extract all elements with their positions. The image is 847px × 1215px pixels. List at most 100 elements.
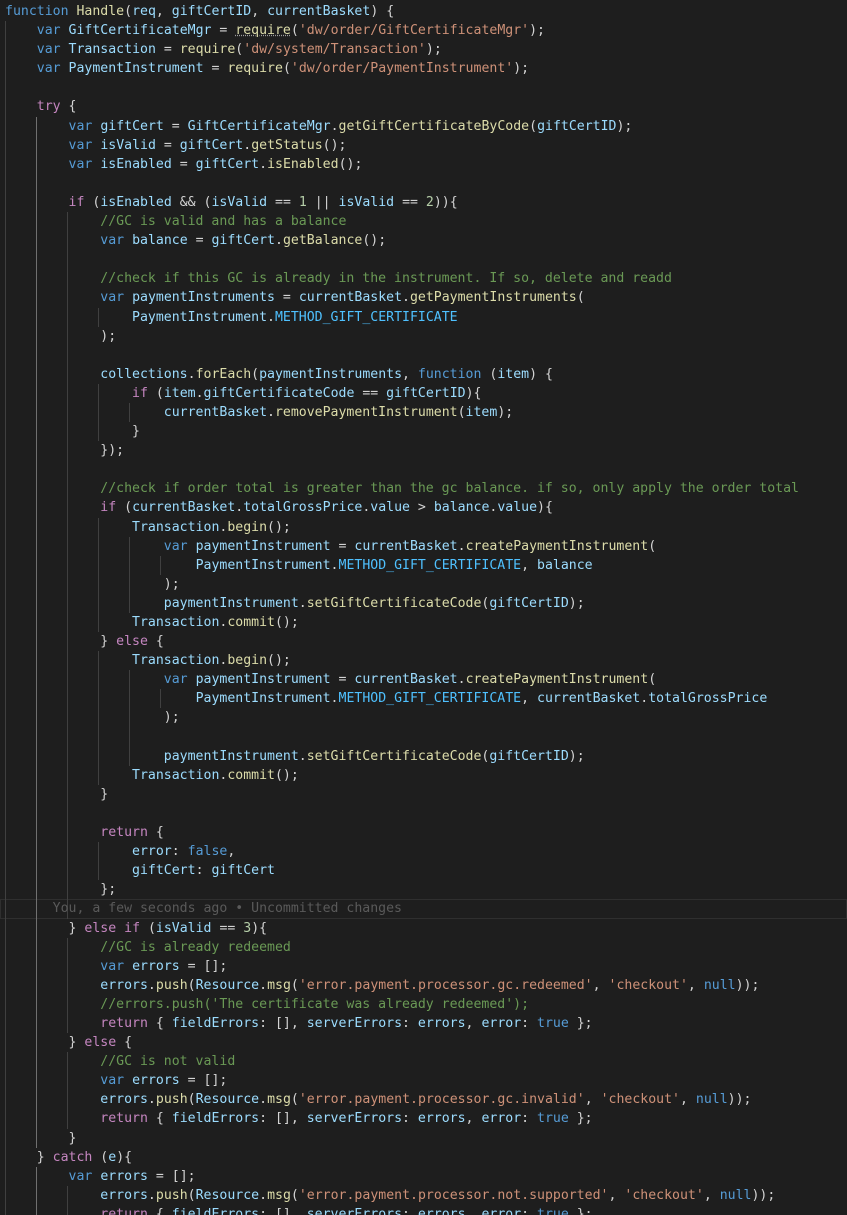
code-line[interactable] <box>0 78 847 98</box>
code-token-func: getGiftCertificateByCode <box>338 118 530 134</box>
code-token-plain: . <box>275 233 283 249</box>
code-line[interactable]: var paymentInstrument = currentBasket.cr… <box>0 536 847 556</box>
code-token-variable: item <box>497 366 530 382</box>
code-line[interactable]: //GC is not valid <box>0 1052 847 1072</box>
code-line[interactable]: PaymentInstrument.METHOD_GIFT_CERTIFICAT… <box>0 555 847 575</box>
code-line[interactable]: try { <box>0 97 847 117</box>
code-line[interactable]: error: false, <box>0 842 847 862</box>
code-line[interactable]: } else if (isValid == 3){ <box>0 918 847 938</box>
code-token-variable: balance <box>132 233 188 249</box>
code-token-plain: ( <box>187 1187 196 1203</box>
code-line[interactable]: PaymentInstrument.METHOD_GIFT_CERTIFICAT… <box>0 689 847 709</box>
code-line[interactable]: giftCert: giftCert <box>0 861 847 881</box>
code-line[interactable]: collections.forEach(paymentInstruments, … <box>0 364 847 384</box>
code-token-plain: == <box>354 385 387 401</box>
indent-guide <box>35 613 37 633</box>
code-line[interactable]: PaymentInstrument.METHOD_GIFT_CERTIFICAT… <box>0 307 847 327</box>
code-line[interactable] <box>0 460 847 480</box>
code-token-variable: e <box>108 1149 117 1165</box>
code-token-func: begin <box>227 653 268 669</box>
code-lines[interactable]: function Handle(req, giftCertID, current… <box>0 2 847 1215</box>
code-line[interactable]: } else { <box>0 1033 847 1053</box>
code-line[interactable]: var paymentInstruments = currentBasket.g… <box>0 288 847 308</box>
code-token-variable: errors <box>417 1111 466 1127</box>
code-token-variable: Resource <box>195 977 260 993</box>
code-token-keyword: var <box>68 137 93 153</box>
code-line[interactable]: } <box>0 1128 847 1148</box>
code-line[interactable]: ); <box>0 708 847 728</box>
indent-guide <box>66 402 68 423</box>
code-token-control: if <box>132 385 148 401</box>
code-line[interactable]: } <box>0 784 847 804</box>
code-token-keyword: var <box>36 23 61 39</box>
code-line[interactable]: Transaction.commit(); <box>0 765 847 785</box>
code-line[interactable]: }; <box>0 880 847 900</box>
code-line[interactable]: var GiftCertificateMgr = require('dw/ord… <box>0 21 847 41</box>
code-line[interactable]: } else { <box>0 632 847 652</box>
code-line[interactable]: ); <box>0 574 847 594</box>
code-line[interactable]: var giftCert = GiftCertificateMgr.getGif… <box>0 116 847 136</box>
code-line[interactable]: //GC is already redeemed <box>0 937 847 957</box>
code-line[interactable]: currentBasket.removePaymentInstrument(it… <box>0 402 847 423</box>
code-line[interactable]: var isValid = giftCert.getStatus(); <box>0 135 847 155</box>
code-line[interactable]: if (isEnabled && (isValid == 1 || isVali… <box>0 192 847 213</box>
code-token-plain: { <box>147 1015 172 1031</box>
indent-guide <box>66 422 68 442</box>
code-token-plain: , <box>465 1015 482 1031</box>
code-token-variable: errors <box>417 1015 466 1031</box>
code-line[interactable]: var balance = giftCert.getBalance(); <box>0 231 847 251</box>
code-line[interactable]: return { fieldErrors: [], serverErrors: … <box>0 1204 847 1215</box>
code-line[interactable] <box>0 173 847 193</box>
code-line[interactable]: var errors = []; <box>0 1166 847 1186</box>
code-line[interactable] <box>0 250 847 270</box>
code-line[interactable] <box>0 345 847 365</box>
code-line[interactable]: }); <box>0 441 847 461</box>
code-line[interactable]: //check if order total is greater than t… <box>0 479 847 499</box>
code-line[interactable]: paymentInstrument.setGiftCertificateCode… <box>0 746 847 766</box>
code-token-control: return <box>100 1111 148 1127</box>
indent-guide <box>66 1090 68 1110</box>
code-line[interactable]: var errors = []; <box>0 956 847 976</box>
code-line[interactable]: var paymentInstrument = currentBasket.cr… <box>0 670 847 690</box>
code-line[interactable]: Transaction.begin(); <box>0 517 847 537</box>
indent-guide <box>35 670 37 690</box>
code-token-plain: || <box>306 194 339 210</box>
code-line[interactable] <box>0 727 847 747</box>
code-line[interactable]: Transaction.begin(); <box>0 651 847 671</box>
code-line[interactable]: } catch (e){ <box>0 1147 847 1167</box>
code-line[interactable]: var isEnabled = giftCert.isEnabled(); <box>0 154 847 174</box>
code-line[interactable]: paymentInstrument.setGiftCertificateCode… <box>0 593 847 613</box>
code-token-control: if <box>124 920 141 936</box>
code-line[interactable]: return { <box>0 823 847 843</box>
code-token-variable: PaymentInstrument <box>68 61 204 77</box>
blame-line[interactable]: You, a few seconds ago • Uncommitted cha… <box>0 899 847 919</box>
code-line[interactable]: var errors = []; <box>0 1071 847 1091</box>
code-line[interactable]: if (currentBasket.totalGrossPrice.value … <box>0 498 847 518</box>
indent-guide <box>66 364 68 384</box>
code-line[interactable]: return { fieldErrors: [], serverErrors: … <box>0 1109 847 1129</box>
code-editor[interactable]: function Handle(req, giftCertID, current… <box>0 0 847 1215</box>
indent-guide <box>35 345 37 365</box>
code-line[interactable]: return { fieldErrors: [], serverErrors: … <box>0 1013 847 1034</box>
code-line[interactable]: function Handle(req, giftCertID, current… <box>0 2 847 21</box>
code-line[interactable]: ); <box>0 326 847 346</box>
code-line[interactable]: errors.push(Resource.msg('error.payment.… <box>0 1090 847 1110</box>
code-token-plain: = <box>171 156 196 172</box>
code-line[interactable] <box>0 803 847 824</box>
code-line[interactable]: //check if this GC is already in the ins… <box>0 269 847 289</box>
code-line[interactable]: if (item.giftCertificateCode == giftCert… <box>0 383 847 403</box>
code-line[interactable]: Transaction.commit(); <box>0 613 847 633</box>
code-token-plain: : <box>402 1206 418 1215</box>
code-token-plain: (); <box>274 615 299 630</box>
code-line[interactable]: var PaymentInstrument = require('dw/orde… <box>0 59 847 79</box>
code-line[interactable]: //GC is valid and has a balance <box>0 212 847 232</box>
code-line[interactable]: errors.push(Resource.msg('error.payment.… <box>0 1185 847 1205</box>
code-line[interactable]: //errors.push('The certificate was alrea… <box>0 994 847 1014</box>
code-line[interactable]: errors.push(Resource.msg('error.payment.… <box>0 975 847 995</box>
code-line[interactable]: } <box>0 422 847 442</box>
code-line[interactable]: var Transaction = require('dw/system/Tra… <box>0 40 847 60</box>
